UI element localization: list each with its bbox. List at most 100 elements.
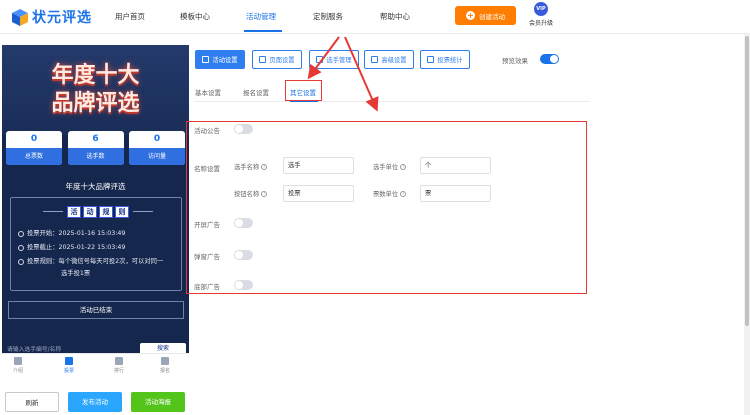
vote-statistics-button[interactable]: 投票统计 — [420, 50, 470, 69]
splash-ad-toggle[interactable] — [234, 218, 253, 228]
annotation-box-settings-panel — [186, 121, 587, 294]
tab-label: 投票 — [63, 368, 74, 374]
player-management-button[interactable]: 选手管理 — [309, 50, 359, 69]
rules-chip: 活 — [67, 206, 81, 218]
activity-settings-button[interactable]: 活动设置 — [195, 50, 245, 69]
stat-label: 总票数 — [6, 148, 62, 165]
nav-template-center[interactable]: 模板中心 — [180, 11, 210, 22]
vote-unit-input[interactable]: 票 — [420, 185, 491, 202]
tab-ranking[interactable]: 排行 — [107, 357, 131, 374]
toggle-knob — [235, 281, 243, 289]
stat-label: 访问量 — [129, 148, 185, 165]
page-settings-button[interactable]: 页面设置 — [252, 50, 302, 69]
help-icon[interactable]: ? — [261, 163, 268, 170]
rule-start-time: 投票开始：2025-01-16 15:03:49 — [18, 230, 125, 238]
clock-icon — [18, 245, 24, 251]
annotation-box-other-settings — [285, 80, 322, 101]
plus-icon: + — [466, 11, 475, 20]
vote-flag-icon — [65, 357, 73, 365]
player-name-input[interactable]: 选手 — [283, 157, 354, 174]
cube-logo-icon — [12, 8, 28, 26]
preview-hero-banner: 年度十大 品牌评选 — [2, 45, 189, 135]
refresh-button[interactable]: 刷新 — [5, 392, 59, 412]
intro-icon — [14, 357, 22, 365]
vip-badge-icon: VIP — [534, 2, 548, 16]
bottom-ad-label: 底部广告 — [194, 283, 220, 291]
scrollbar-thumb[interactable] — [745, 36, 749, 326]
popup-ad-label: 弹窗广告 — [194, 253, 220, 261]
tab-signup[interactable]: 报名 — [153, 357, 177, 374]
label-text: 选手名称 — [234, 164, 260, 171]
create-activity-button[interactable]: + 创建活动 — [455, 6, 516, 25]
toggle-knob — [235, 251, 243, 259]
preview-stats: 0 总票数 6 选手数 0 访问量 — [6, 131, 185, 165]
stat-total-votes: 0 总票数 — [6, 131, 62, 165]
logo[interactable]: 状元评选 — [12, 7, 92, 27]
nav-user-home[interactable]: 用户首页 — [115, 11, 145, 22]
ranking-bars-icon — [115, 357, 123, 365]
advanced-settings-button[interactable]: 高级设置 — [364, 50, 414, 69]
page-scrollbar[interactable] — [744, 34, 750, 415]
splash-ad-label: 开屏广告 — [194, 221, 220, 229]
subtab-basic-settings[interactable]: 基本设置 — [195, 87, 221, 97]
activity-ended-banner: 活动已结束 — [8, 301, 184, 319]
help-icon[interactable]: ? — [261, 190, 268, 197]
rules-divider — [43, 211, 63, 212]
rules-chip: 则 — [115, 206, 129, 218]
nav-help-center[interactable]: 帮助中心 — [380, 11, 410, 22]
settings-icon — [202, 56, 210, 63]
button-name-input[interactable]: 投票 — [283, 185, 354, 202]
player-unit-label: 选手单位 ? — [373, 162, 407, 171]
stat-value: 0 — [30, 134, 38, 144]
toolbar-label: 活动设置 — [212, 57, 238, 64]
top-bar: 状元评选 用户首页 模板中心 活动管理 定制服务 帮助中心 + 创建活动 VIP… — [0, 0, 750, 34]
signup-icon — [161, 357, 169, 365]
vip-upgrade[interactable]: VIP 会员升级 — [527, 2, 555, 27]
sliders-icon — [371, 56, 379, 63]
button-name-label: 按钮名称 ? — [234, 189, 268, 198]
toggle-knob — [235, 125, 243, 133]
rule-text: 投票规则：每个微信号每天可投2次，可以对同一 — [27, 258, 164, 265]
label-text: 按钮名称 — [234, 191, 260, 198]
announcement-toggle[interactable] — [234, 124, 253, 134]
clock-icon — [18, 231, 24, 237]
create-activity-label: 创建活动 — [479, 12, 505, 21]
tab-label: 排行 — [113, 368, 124, 374]
preview-rules-box: 活 动 规 则 投票开始：2025-01-16 15:03:49 投票截止：20… — [10, 197, 182, 291]
gear-icon — [259, 56, 267, 63]
preview-effect-toggle[interactable] — [540, 54, 559, 64]
nav-activity-management[interactable]: 活动管理 — [246, 11, 276, 22]
rule-end-time: 投票截止：2025-01-22 15:03:49 — [18, 244, 125, 252]
toolbar-label: 投票统计 — [437, 57, 463, 64]
vip-upgrade-label: 会员升级 — [528, 20, 553, 27]
rules-heading: 活 动 规 则 — [67, 206, 129, 218]
announcement-label: 活动公告 — [194, 127, 220, 135]
tab-label: 介绍 — [12, 368, 23, 374]
tab-vote[interactable]: 投票 — [57, 357, 81, 374]
popup-ad-toggle[interactable] — [234, 250, 253, 260]
users-icon — [316, 56, 324, 63]
rule-vote-rule: 投票规则：每个微信号每天可投2次，可以对同一 — [18, 258, 163, 266]
toggle-knob — [550, 55, 558, 63]
publish-activity-button[interactable]: 发布活动 — [68, 392, 122, 412]
nav-custom-service[interactable]: 定制服务 — [313, 11, 343, 22]
rule-text: 选手投1票 — [61, 270, 91, 277]
help-icon[interactable]: ? — [400, 163, 407, 170]
rule-text: 投票开始：2025-01-16 15:03:49 — [27, 230, 126, 237]
help-icon[interactable]: ? — [400, 190, 407, 197]
toolbar-label: 选手管理 — [326, 57, 352, 64]
bottom-ad-toggle[interactable] — [234, 280, 253, 290]
subtab-signup-settings[interactable]: 报名设置 — [243, 87, 269, 97]
player-unit-input[interactable]: 个 — [420, 157, 491, 174]
activity-poster-button[interactable]: 活动海报 — [131, 392, 185, 412]
stat-player-count: 6 选手数 — [67, 131, 124, 165]
preview-tabbar: 介绍 投票 排行 报名 — [2, 353, 189, 379]
info-icon — [18, 259, 24, 265]
toolbar-label: 高级设置 — [381, 57, 407, 64]
stat-label: 选手数 — [67, 148, 124, 165]
rules-chip: 规 — [99, 206, 113, 218]
arrow-to-settings-panel — [344, 36, 379, 112]
stat-value: 6 — [92, 134, 99, 144]
tab-intro[interactable]: 介绍 — [6, 357, 30, 374]
stat-visits: 0 访问量 — [129, 131, 185, 165]
